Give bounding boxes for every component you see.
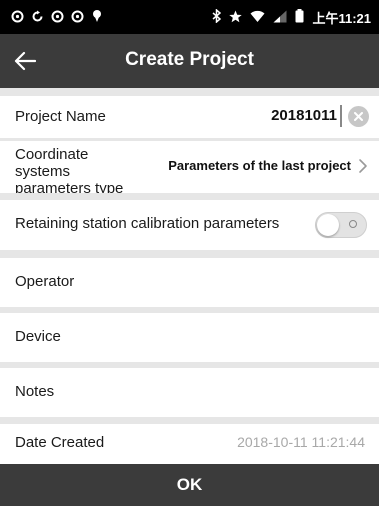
date-created-label: Date Created [15, 434, 105, 451]
create-project-screen: 上午11:21 Create Project Project Name 2018… [0, 0, 379, 506]
battery-icon [295, 9, 304, 26]
ok-button[interactable]: OK [0, 464, 379, 506]
chevron-right-icon [359, 159, 367, 173]
close-icon [354, 112, 363, 121]
toggle-off-indicator-icon [349, 220, 357, 228]
date-created-row: Date Created 2018-10-11 11:21:44 [0, 424, 379, 464]
toggle-knob [317, 214, 339, 236]
operator-label: Operator [15, 273, 75, 290]
bluetooth-icon [212, 8, 222, 26]
page-title: Create Project [125, 49, 254, 70]
clock: 上午11:21 [312, 11, 371, 26]
retain-calibration-label: Retaining station calibration parameters [15, 215, 280, 232]
signal-icon [273, 10, 287, 26]
project-name-input[interactable]: 20181011 [271, 107, 337, 124]
notification-icon [10, 9, 24, 23]
text-cursor [340, 105, 342, 127]
project-name-label: Project Name [15, 108, 106, 125]
wifi-icon [250, 10, 265, 25]
status-bar: 上午11:21 [0, 0, 379, 34]
notes-row[interactable]: Notes [0, 368, 379, 417]
clear-button[interactable] [348, 106, 369, 127]
sync-icon [30, 9, 44, 23]
app-bar: Create Project [0, 34, 379, 88]
system-icons: 上午11:21 [212, 8, 371, 27]
device-label: Device [15, 328, 61, 345]
device-row[interactable]: Device [0, 313, 379, 362]
retain-calibration-toggle[interactable] [315, 212, 367, 238]
retain-calibration-row: Retaining station calibration parameters [0, 200, 379, 250]
date-created-value: 2018-10-11 11:21:44 [237, 434, 365, 450]
notification-icon [70, 9, 84, 23]
project-name-row[interactable]: Project Name 20181011 [0, 96, 379, 138]
coordinate-systems-row[interactable]: Coordinate systems parameters type Param… [0, 141, 379, 193]
notification-icon [50, 9, 64, 23]
coordinate-systems-label: Coordinate systems parameters type [15, 146, 124, 193]
notes-label: Notes [15, 383, 55, 400]
notification-icons [10, 9, 104, 23]
operator-row[interactable]: Operator [0, 258, 379, 307]
location-pin-icon [90, 9, 104, 23]
star-icon [229, 10, 243, 26]
coordinate-systems-value: Parameters of the last project [168, 158, 351, 173]
